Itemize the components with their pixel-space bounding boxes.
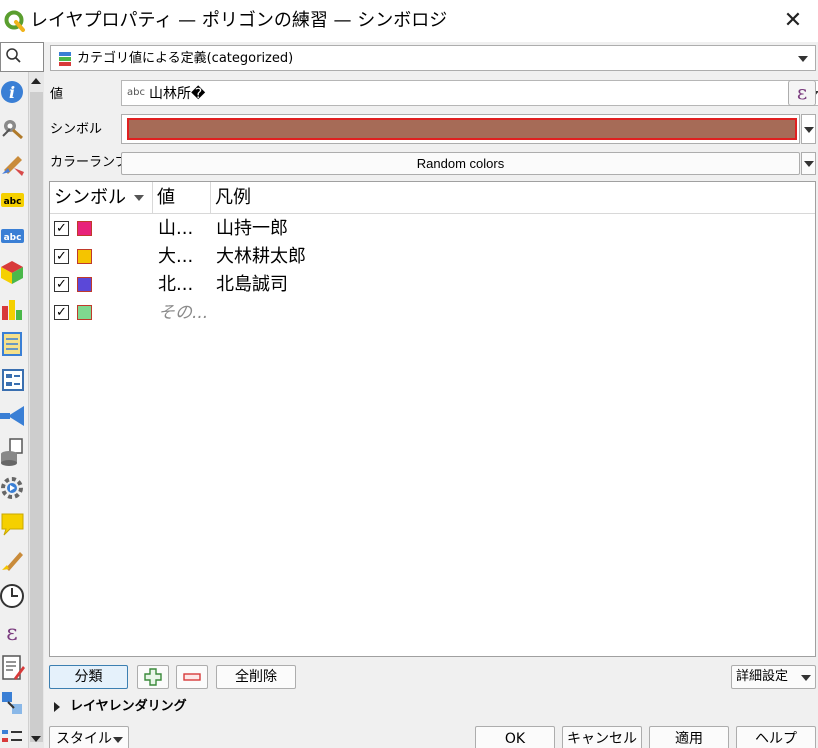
information-icon[interactable]: i: [0, 78, 26, 106]
table-row[interactable]: ✓ その...: [50, 299, 815, 327]
qgis-logo-icon: [4, 10, 25, 32]
diagrams-icon[interactable]: [0, 294, 26, 322]
symbol-dropdown[interactable]: [801, 114, 816, 144]
svg-text:ε: ε: [6, 621, 17, 646]
actions-icon[interactable]: [0, 474, 26, 502]
table-row[interactable]: ✓ 北... 北島誠司: [50, 271, 815, 299]
category-value: 山...: [158, 218, 194, 239]
column-header-value[interactable]: 値: [153, 182, 211, 214]
category-symbol-swatch[interactable]: [77, 277, 92, 292]
expand-arrow-icon[interactable]: [54, 702, 60, 712]
category-legend: 山持一郎: [216, 218, 288, 239]
color-ramp-button[interactable]: Random colors: [121, 152, 800, 175]
window-title: レイヤプロパティ — ポリゴンの練習 — シンボロジ: [30, 10, 448, 31]
plus-icon: [144, 668, 162, 686]
classify-button[interactable]: 分類: [49, 665, 128, 689]
masks-icon[interactable]: abc: [0, 222, 26, 250]
legend-icon[interactable]: [0, 724, 26, 748]
renderer-select[interactable]: カテゴリ値による定義(categorized): [50, 45, 816, 71]
renderer-label: カテゴリ値による定義(categorized): [77, 51, 294, 66]
scroll-up-icon[interactable]: [31, 78, 41, 84]
category-legend: 大林耕太郎: [216, 246, 306, 267]
source-icon[interactable]: [0, 114, 26, 142]
sort-descending-icon: [134, 195, 144, 201]
symbology-panel: カテゴリ値による定義(categorized) 値 abc 山林所� ε シンボ…: [46, 42, 818, 748]
remove-category-button[interactable]: [176, 665, 208, 689]
scroll-down-icon[interactable]: [31, 736, 41, 742]
category-value: 大...: [158, 246, 194, 267]
layer-properties-dialog: レイヤプロパティ — ポリゴンの練習 — シンボロジ ✕ i abc abc ε…: [0, 0, 818, 748]
symbol-preview: [127, 118, 797, 140]
value-field-select[interactable]: abc 山林所�: [121, 80, 818, 106]
svg-text:i: i: [9, 83, 15, 102]
ok-button[interactable]: OK: [475, 726, 555, 748]
advanced-button[interactable]: 詳細設定: [731, 665, 816, 689]
color-ramp-label: カラーランプ: [50, 155, 128, 170]
value-field-text: 山林所�: [149, 86, 206, 102]
auxiliary-storage-icon[interactable]: [0, 438, 26, 466]
string-type-badge: abc: [127, 87, 145, 98]
expression-button[interactable]: ε: [788, 80, 816, 106]
column-header-symbol-label: シンボル: [54, 187, 126, 208]
column-header-symbol[interactable]: シンボル: [50, 182, 153, 214]
chevron-down-icon: [804, 127, 814, 133]
variables-icon[interactable]: ε: [0, 618, 26, 646]
row-checkbox[interactable]: ✓: [54, 277, 69, 292]
chevron-down-icon: [113, 737, 123, 743]
svg-text:abc: abc: [4, 197, 22, 207]
chevron-down-icon: [801, 675, 811, 681]
sidebar-scrollbar[interactable]: [28, 72, 44, 748]
category-symbol-swatch[interactable]: [77, 305, 92, 320]
minus-icon: [183, 673, 201, 681]
close-button[interactable]: ✕: [778, 6, 808, 36]
svg-text:abc: abc: [4, 233, 22, 243]
search-icon: [6, 48, 21, 63]
symbology-icon[interactable]: [0, 150, 26, 178]
category-value: 北...: [158, 274, 194, 295]
category-legend: 北島誠司: [216, 274, 288, 295]
table-row[interactable]: ✓ 山... 山持一郎: [50, 215, 815, 243]
sidebar: i abc abc ε: [0, 42, 44, 748]
add-category-button[interactable]: [137, 665, 169, 689]
column-header-legend[interactable]: 凡例: [211, 182, 815, 214]
symbol-label: シンボル: [50, 122, 103, 137]
chevron-down-icon: [804, 161, 814, 167]
rendering-icon[interactable]: [0, 546, 26, 574]
categorized-renderer-icon: [59, 52, 71, 66]
value-label: 値: [50, 87, 64, 102]
color-ramp-dropdown[interactable]: [801, 152, 816, 175]
metadata-icon[interactable]: [0, 654, 26, 682]
apply-button[interactable]: 適用: [649, 726, 729, 748]
help-button[interactable]: ヘルプ: [736, 726, 816, 748]
row-checkbox[interactable]: ✓: [54, 305, 69, 320]
category-value-other: その...: [158, 303, 209, 323]
cancel-button[interactable]: キャンセル: [562, 726, 642, 748]
fields-icon[interactable]: [0, 330, 26, 358]
labels-icon[interactable]: abc: [0, 186, 26, 214]
row-checkbox[interactable]: ✓: [54, 249, 69, 264]
table-row[interactable]: ✓ 大... 大林耕太郎: [50, 243, 815, 271]
symbol-button[interactable]: [121, 114, 800, 144]
display-icon[interactable]: [0, 510, 26, 538]
chevron-down-icon: [798, 56, 808, 62]
category-symbol-swatch[interactable]: [77, 249, 92, 264]
title-bar: レイヤプロパティ — ポリゴンの練習 — シンボロジ ✕: [0, 0, 818, 42]
row-checkbox[interactable]: ✓: [54, 221, 69, 236]
temporal-icon[interactable]: [0, 582, 26, 610]
style-button-label: スタイル: [56, 731, 112, 747]
joins-icon[interactable]: [0, 402, 26, 430]
search-input[interactable]: [0, 42, 44, 72]
category-symbol-swatch[interactable]: [77, 221, 92, 236]
advanced-button-label: 詳細設定: [736, 669, 789, 684]
scroll-thumb[interactable]: [30, 92, 43, 742]
3d-view-icon[interactable]: [0, 258, 26, 286]
layer-rendering-label: レイヤレンダリング: [70, 699, 187, 714]
delete-all-button[interactable]: 全削除: [216, 665, 296, 689]
attributes-form-icon[interactable]: [0, 366, 26, 394]
dependencies-icon[interactable]: [0, 690, 26, 718]
style-menu-button[interactable]: スタイル: [49, 726, 129, 748]
table-header: シンボル 値 凡例: [50, 182, 815, 214]
categories-table: シンボル 値 凡例 ✓ 山... 山持一郎 ✓ 大... 大林耕太郎 ✓ 北..…: [49, 181, 816, 657]
